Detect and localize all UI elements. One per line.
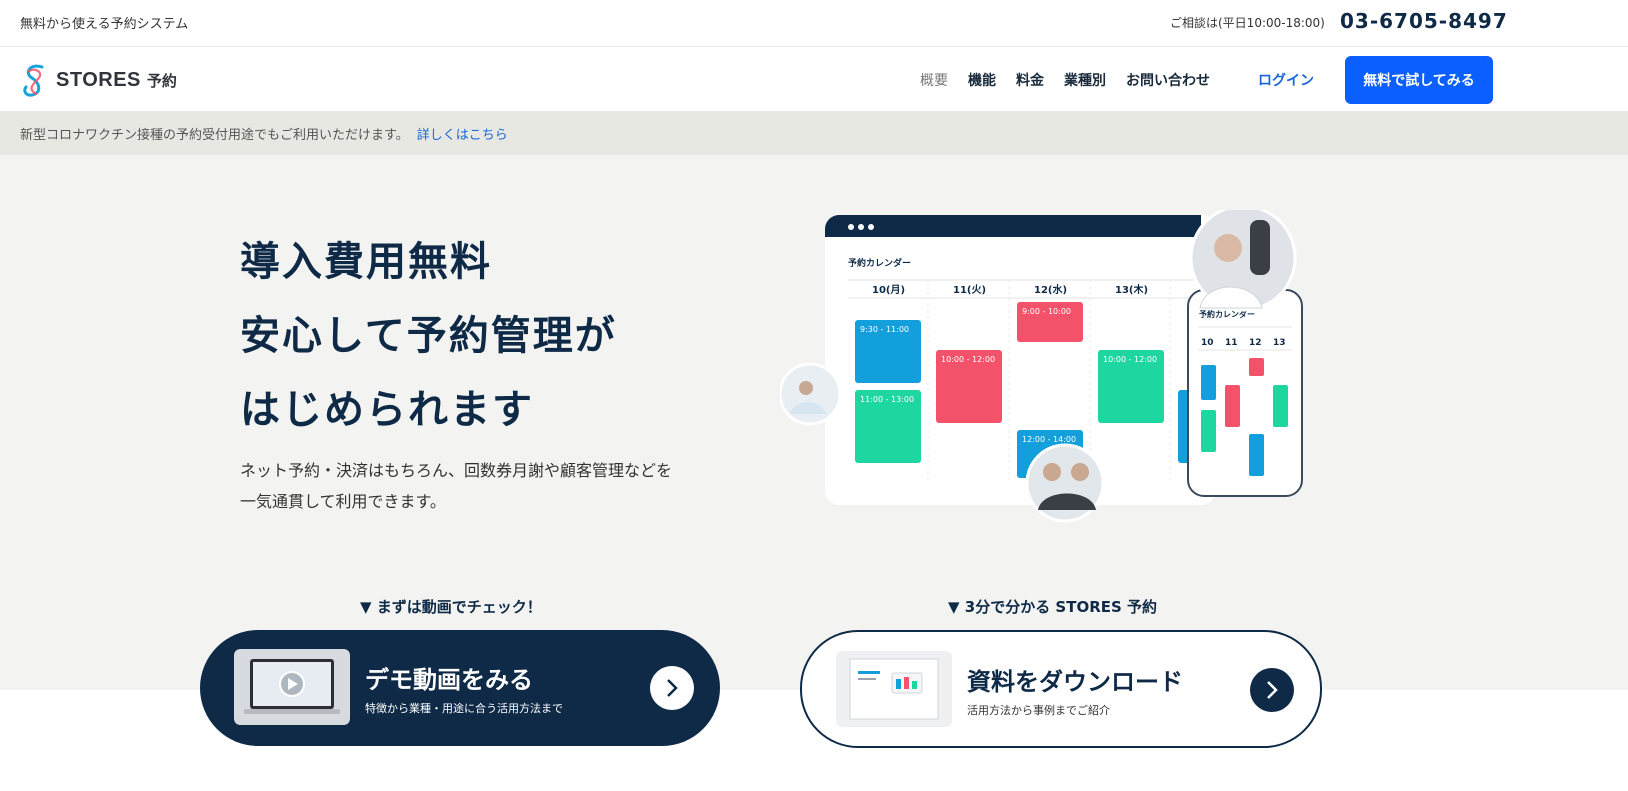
notice-text-wrap: 新型コロナワクチン接種の予約受付用途でもご利用いただけます。 詳しくはこちら — [20, 124, 508, 143]
slot-5: 12:00 - 14:00 — [1022, 435, 1076, 444]
day-label-13: 13(木) — [1115, 283, 1148, 296]
svg-text:11: 11 — [1225, 338, 1238, 348]
lead-line-1: ネット予約・決済はもちろん、回数券月謝や顧客管理などを — [240, 461, 673, 480]
headline-line-1: 導入費用無料 — [240, 239, 492, 285]
lead-line-2: 一気通貫して利用できます。 — [240, 492, 446, 511]
top-utility-bar: 無料から使える予約システム ご相談は(平日10:00-18:00) 03-670… — [0, 0, 1628, 47]
notice-bar: 新型コロナワクチン接種の予約受付用途でもご利用いただけます。 詳しくはこちら — [0, 111, 1628, 155]
nav-contact[interactable]: お問い合わせ — [1126, 70, 1210, 90]
nav-overview[interactable]: 概要 — [920, 70, 948, 90]
nav-features[interactable]: 機能 — [968, 70, 996, 90]
main-header: STORES 予約 概要 機能 料金 業種別 お問い合わせ ログイン 無料で試し… — [0, 47, 1628, 111]
demo-title: デモ動画をみる — [365, 666, 533, 694]
slot-2: 11:00 - 13:00 — [860, 395, 914, 404]
login-link[interactable]: ログイン — [1258, 70, 1314, 90]
headline-line-3: はじめられます — [240, 387, 534, 433]
day-label-10: 10(月) — [872, 284, 905, 296]
headline-line-2: 安心して予約管理が — [240, 313, 617, 359]
chevron-right-icon — [1250, 668, 1294, 712]
contact-hours: ご相談は(平日10:00-18:00) — [1170, 16, 1325, 30]
logo-brand: STORES — [56, 68, 141, 91]
slot-4: 9:00 - 10:00 — [1022, 307, 1071, 316]
demo-subtitle: 特徴から業種・用途に合う活用方法まで — [365, 702, 563, 715]
demo-caption: ▼ まずは動画でチェック！ — [360, 598, 542, 616]
day-label-11: 11(火) — [953, 284, 986, 296]
chevron-right-icon — [650, 666, 694, 710]
doc-caption: ▼ 3分で分かる STORES 予約 — [948, 598, 1158, 616]
day-label-12: 12(水) — [1034, 283, 1067, 296]
notice-link[interactable]: 詳しくはこちら — [417, 128, 508, 143]
svg-text:13: 13 — [1273, 338, 1286, 348]
calendar-illustration: 予約カレンダー 10(月) 11(火) 12(水) 13(木) 9:30 - 1… — [780, 210, 1303, 523]
demo-video-thumbnail — [234, 649, 350, 725]
stores-logo-icon — [23, 64, 44, 97]
svg-text:10: 10 — [1201, 338, 1214, 348]
phone-number[interactable]: 03-6705-8497 — [1340, 9, 1508, 33]
logo[interactable]: STORES 予約 — [20, 60, 190, 100]
svg-text:12: 12 — [1249, 338, 1262, 348]
site-tagline: 無料から使える予約システム — [20, 17, 189, 32]
calendar-title: 予約カレンダー — [848, 257, 911, 269]
notice-text: 新型コロナワクチン接種の予約受付用途でもご利用いただけます。 — [20, 128, 409, 143]
nav-industries[interactable]: 業種別 — [1064, 70, 1106, 90]
hero-lead: ネット予約・決済はもちろん、回数券月謝や顧客管理などを 一気通貫して利用できます… — [240, 455, 672, 517]
hero-headline: 導入費用無料 安心して予約管理が はじめられます — [240, 225, 617, 447]
free-trial-button[interactable]: 無料で試してみる — [1345, 56, 1493, 104]
doc-title: 資料をダウンロード — [967, 668, 1183, 696]
main-nav: 概要 機能 料金 業種別 お問い合わせ — [920, 70, 1230, 90]
slot-3: 10:00 - 12:00 — [941, 355, 995, 364]
document-thumbnail — [836, 651, 952, 727]
demo-video-button[interactable]: デモ動画をみる 特徴から業種・用途に合う活用方法まで — [200, 630, 720, 746]
hero-section: 導入費用無料 安心して予約管理が はじめられます ネット予約・決済はもちろん、回… — [0, 155, 1628, 690]
nav-pricing[interactable]: 料金 — [1016, 70, 1044, 90]
logo-sub: 予約 — [146, 71, 177, 90]
download-document-button[interactable]: 資料をダウンロード 活用方法から事例までご紹介 — [800, 630, 1322, 748]
slot-6: 10:00 - 12:00 — [1103, 355, 1157, 364]
doc-subtitle: 活用方法から事例までご紹介 — [967, 704, 1110, 717]
slot-1: 9:30 - 11:00 — [860, 325, 909, 334]
